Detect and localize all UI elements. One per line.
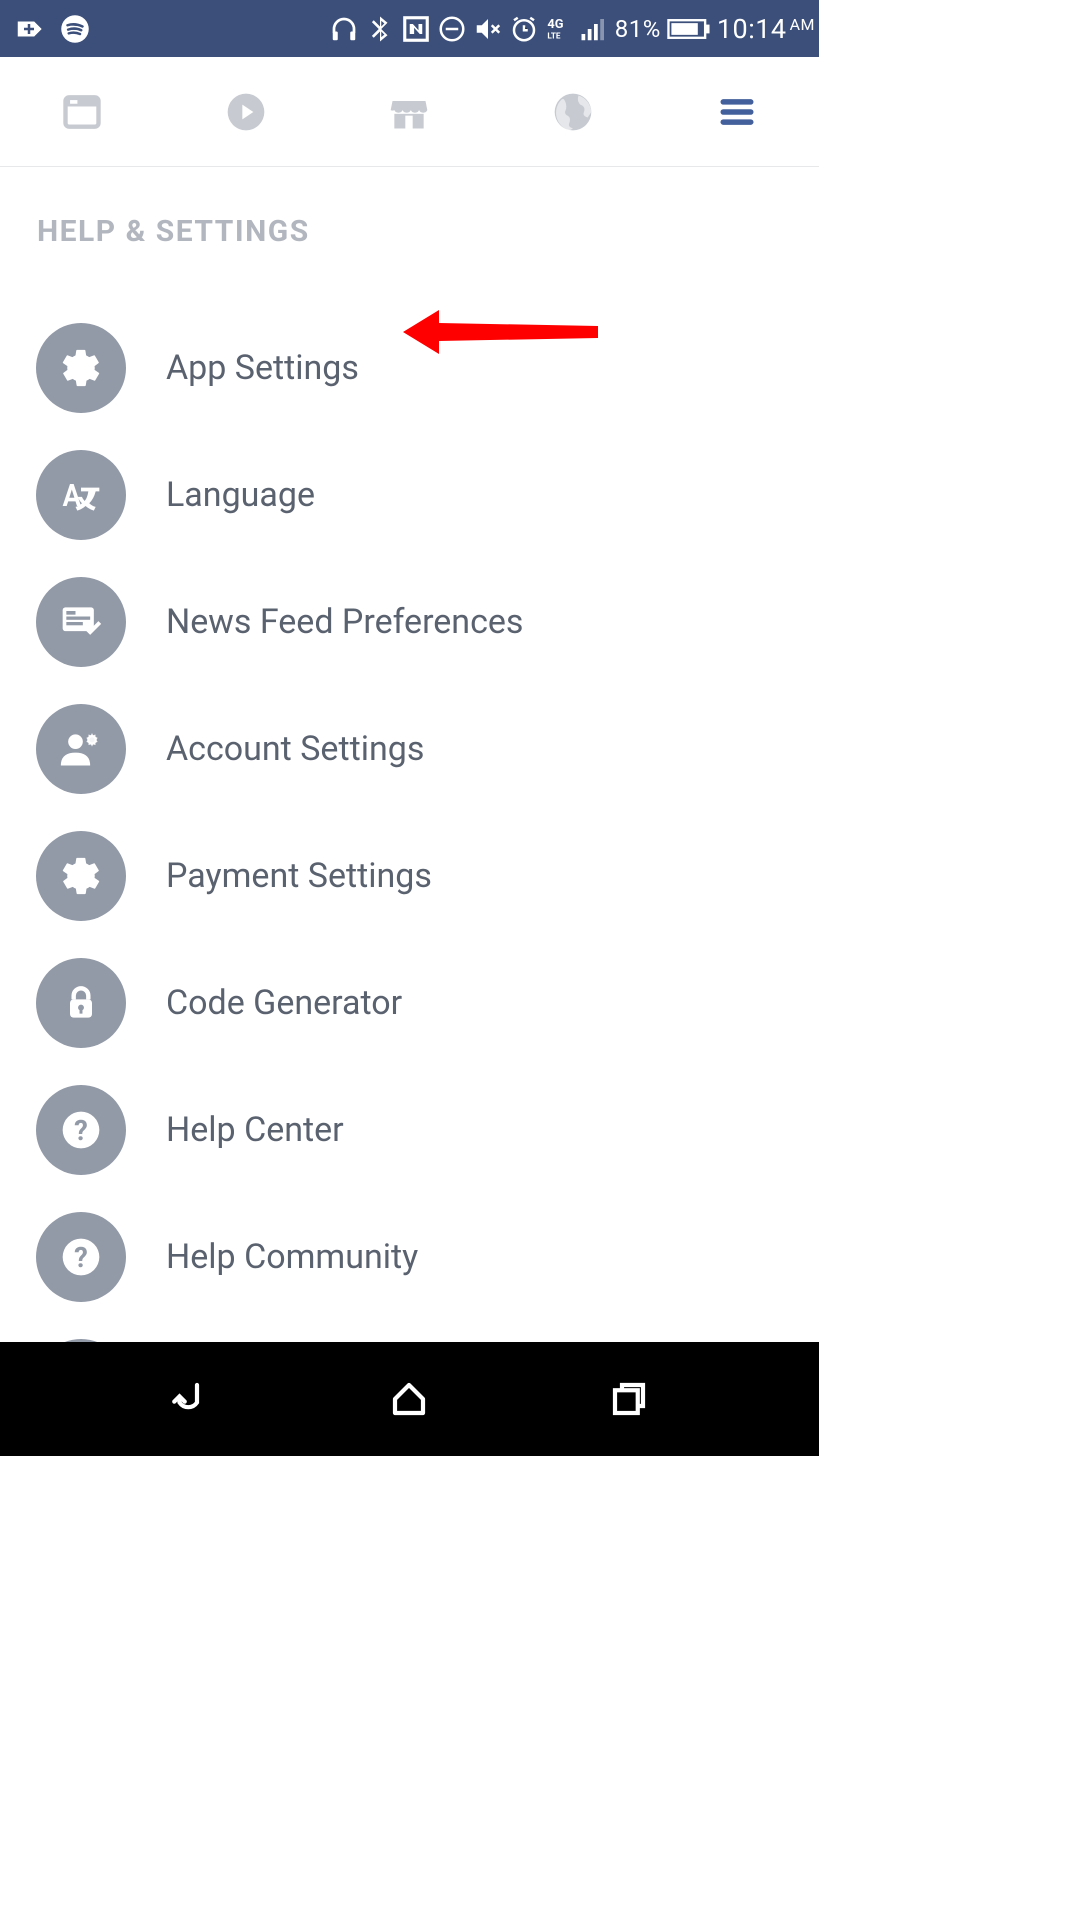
svg-text:LTE: LTE: [547, 30, 561, 40]
notification-plus-icon: [14, 14, 44, 44]
item-label: News Feed Preferences: [166, 602, 523, 642]
home-button[interactable]: [385, 1375, 433, 1423]
app-tab-bar: [0, 57, 819, 167]
item-label: Help Community: [166, 1237, 418, 1277]
recent-apps-button[interactable]: [605, 1375, 653, 1423]
alarm-icon: [509, 14, 539, 44]
svg-text:?: ?: [74, 1114, 88, 1147]
item-help-center[interactable]: ? Help Center: [0, 1066, 819, 1193]
volume-mute-icon: [473, 14, 503, 44]
item-label: Account Settings: [166, 729, 424, 769]
headphones-icon: [329, 14, 359, 44]
network-4glte-icon: 4GLTE: [545, 14, 573, 44]
bluetooth-icon: [365, 14, 395, 44]
tab-globe[interactable]: [549, 88, 597, 136]
item-label: Payment Settings: [166, 856, 432, 896]
item-label: Help Center: [166, 1110, 344, 1150]
item-label: App Settings: [166, 348, 359, 388]
back-button[interactable]: [166, 1375, 214, 1423]
item-app-settings[interactable]: App Settings: [0, 304, 819, 431]
spotify-icon: [60, 14, 90, 44]
signal-icon: [579, 14, 609, 44]
item-news-feed-preferences[interactable]: News Feed Preferences: [0, 558, 819, 685]
status-left-icons: [14, 14, 90, 44]
android-status-bar: 4GLTE 81% 10:14AM: [0, 0, 819, 57]
tab-video[interactable]: [222, 88, 270, 136]
do-not-disturb-icon: [437, 14, 467, 44]
item-code-generator[interactable]: Code Generator: [0, 939, 819, 1066]
battery-icon: [667, 14, 711, 44]
item-help-community[interactable]: ? Help Community: [0, 1193, 819, 1320]
status-right-icons: 4GLTE 81% 10:14AM: [329, 13, 815, 45]
item-language[interactable]: Language: [0, 431, 819, 558]
item-label: Code Generator: [166, 983, 402, 1023]
settings-list: App Settings Language News Feed Preferen…: [0, 249, 819, 1447]
item-payment-settings[interactable]: Payment Settings: [0, 812, 819, 939]
feed-check-icon: [36, 577, 126, 667]
status-time: 10:14AM: [717, 13, 815, 45]
language-icon: [36, 450, 126, 540]
svg-text:?: ?: [74, 1241, 88, 1274]
gear-icon: [36, 831, 126, 921]
android-nav-bar: [0, 1342, 819, 1456]
item-account-settings[interactable]: Account Settings: [0, 685, 819, 812]
gear-icon: [36, 323, 126, 413]
question-icon: ?: [36, 1212, 126, 1302]
tab-menu[interactable]: [713, 88, 761, 136]
question-icon: ?: [36, 1085, 126, 1175]
tab-marketplace[interactable]: [385, 88, 433, 136]
section-header: HELP & SETTINGS: [0, 167, 819, 249]
lock-icon: [36, 958, 126, 1048]
item-label: Language: [166, 475, 315, 515]
nfc-icon: [401, 14, 431, 44]
tab-feed[interactable]: [58, 88, 106, 136]
battery-percentage: 81%: [615, 15, 661, 43]
person-gear-icon: [36, 704, 126, 794]
